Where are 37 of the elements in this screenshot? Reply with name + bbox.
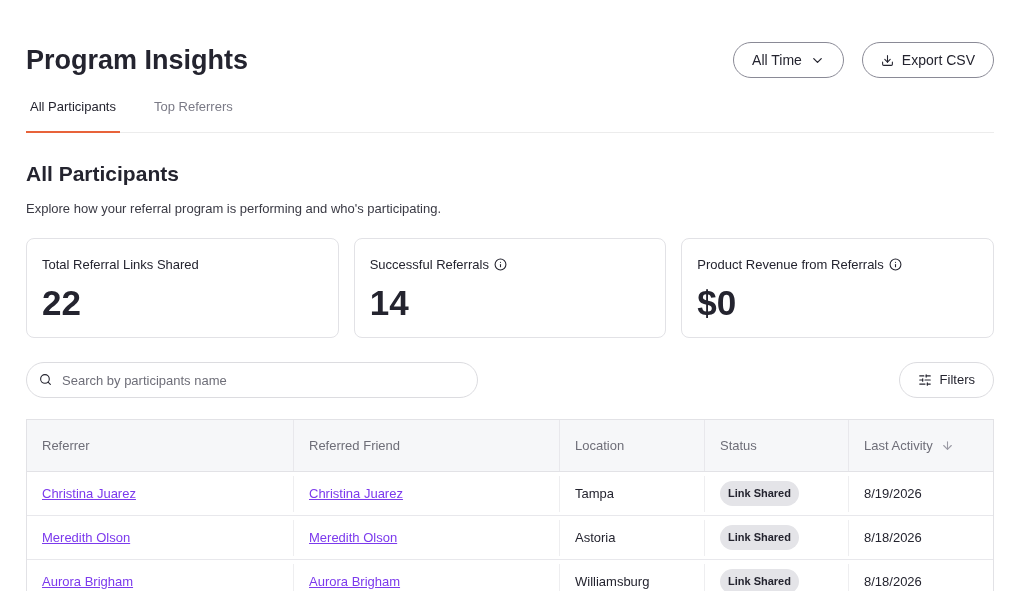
date-cell-text: 8/18/2026 [864, 572, 922, 591]
location-cell-text: Astoria [575, 528, 616, 547]
info-icon[interactable] [493, 258, 507, 272]
status-badge: Link Shared [720, 569, 799, 591]
stat-value: $0 [697, 284, 738, 320]
location-cell-text: Tampa [575, 484, 615, 503]
tab[interactable]: Top Referrers [150, 96, 237, 133]
search-field[interactable]: Search by participants name [26, 362, 478, 398]
column-header[interactable]: Referrer [27, 420, 294, 471]
friend-link[interactable]: Christina Juarez [309, 483, 403, 504]
referrer-link[interactable]: Christina Juarez [42, 483, 136, 504]
column-header[interactable]: Referred Friend [294, 420, 560, 471]
info-icon[interactable] [888, 258, 902, 272]
section-title: All Participants [26, 161, 180, 187]
sliders-icon [917, 373, 932, 387]
referrer-link[interactable]: Aurora Brigham [42, 571, 134, 591]
search-icon [39, 373, 52, 386]
stat-value: 14 [369, 284, 410, 320]
stat-value: 22 [42, 284, 82, 320]
date-cell-text: 8/18/2026 [864, 528, 922, 547]
stat-label: Successful Referrals [369, 256, 489, 274]
section-description: Explore how your referral program is performing and who's participating. [26, 199, 443, 218]
location-cell-text: Williamsburg [575, 572, 650, 591]
download-icon [880, 53, 894, 67]
column-header[interactable]: Location [560, 420, 705, 471]
page-title: Program Insights [26, 44, 249, 77]
status-badge: Link Shared [720, 525, 799, 550]
stat-label: Total Referral Links Shared [42, 256, 199, 274]
column-header[interactable]: Status [705, 420, 849, 471]
referrer-link[interactable]: Meredith Olson [42, 527, 131, 548]
friend-link[interactable]: Aurora Brigham [309, 571, 401, 591]
column-header[interactable]: Last Activity [849, 420, 993, 471]
status-badge: Link Shared [720, 481, 799, 506]
friend-link[interactable]: Meredith Olson [309, 527, 398, 548]
stat-label: Product Revenue from Referrals [697, 256, 884, 274]
date-cell-text: 8/19/2026 [864, 484, 922, 503]
tab[interactable]: All Participants [26, 96, 120, 133]
